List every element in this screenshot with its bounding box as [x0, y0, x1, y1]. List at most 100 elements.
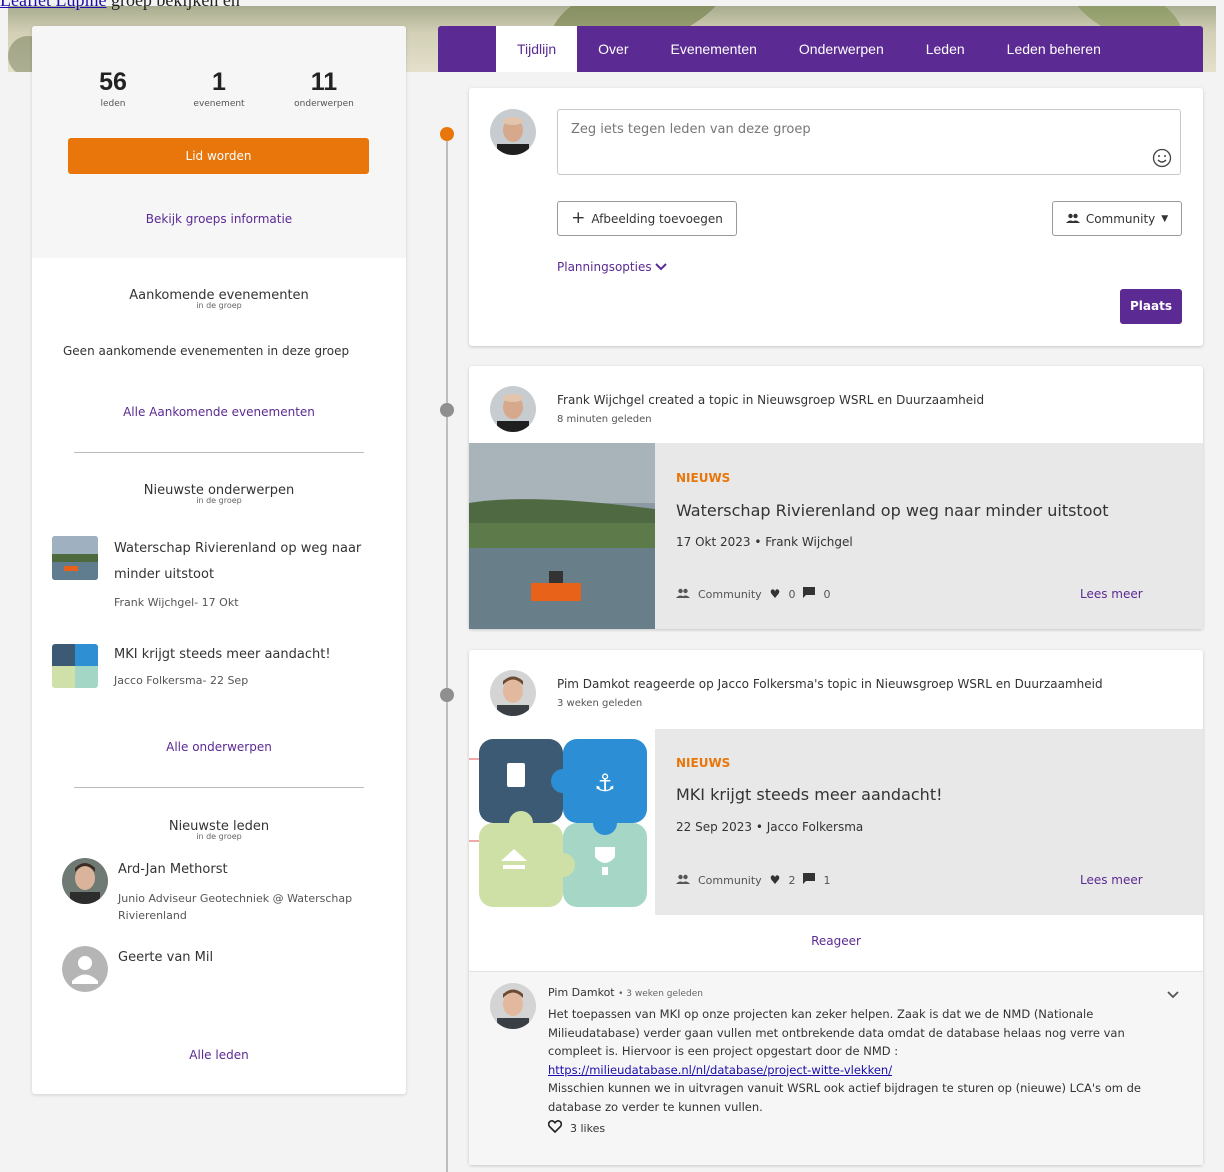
topic-title-link[interactable]: Waterschap Rivierenland op weg naar mind… — [676, 501, 1109, 520]
post-text-input[interactable]: Zeg iets tegen leden van deze groep — [557, 109, 1181, 175]
read-more-link[interactable]: Lees meer — [1080, 873, 1143, 887]
heart-icon: ♥ — [769, 587, 781, 601]
tab-leden-beheren[interactable]: Leden beheren — [986, 26, 1122, 72]
visibility-dropdown[interactable]: Community ▼ — [1052, 201, 1182, 236]
comment-text: Het toepassen van MKI op onze projecten … — [548, 1007, 1125, 1058]
members-subtitle: in de groep — [196, 832, 242, 841]
top-cutoff-text: Leaflet Lupiné groep bekijken en — [0, 0, 500, 10]
visibility-label: Community — [1085, 211, 1156, 226]
post-button[interactable]: Plaats — [1120, 289, 1182, 324]
comment-body: Het toepassen van MKI op onze projecten … — [548, 1005, 1163, 1116]
topic-image[interactable] — [469, 443, 655, 629]
read-more-link[interactable]: Lees meer — [1080, 587, 1143, 601]
comment-likes[interactable]: 3 likes — [547, 1120, 606, 1136]
activity-text: Pim Damkot reageerde op Jacco Folkersma'… — [557, 677, 1103, 691]
chevron-down-icon[interactable] — [1167, 984, 1179, 1003]
comment: Pim Damkot • 3 weken geleden Het toepass… — [469, 971, 1203, 1165]
emoji-icon[interactable] — [1152, 148, 1172, 168]
top-link[interactable]: Leaflet Lupiné — [0, 0, 106, 10]
default-avatar-icon[interactable] — [62, 946, 108, 992]
tab-evenementen[interactable]: Evenementen — [650, 26, 778, 72]
featured-topic: ⚓ NIEUWS MKI krijgt steeds meer aandacht… — [469, 729, 1203, 915]
group-stats: 56 leden 1 evenement 11 onderwerpen Lid … — [32, 26, 406, 258]
group-sidebar: 56 leden 1 evenement 11 onderwerpen Lid … — [32, 26, 406, 1094]
svg-text:⚓: ⚓ — [594, 769, 616, 797]
post-composer: Zeg iets tegen leden van deze groep + Af… — [469, 88, 1203, 346]
avatar[interactable] — [62, 858, 108, 904]
topic-meta: Community ♥ 2 1 — [676, 873, 830, 887]
avatar[interactable] — [490, 983, 536, 1029]
activity-card: Pim Damkot reageerde op Jacco Folkersma'… — [469, 650, 1203, 1165]
people-icon — [676, 874, 690, 887]
topic-meta: Jacco Folkersma- 22 Sep — [114, 674, 249, 687]
likes-count: 2 — [788, 873, 796, 887]
comment-icon — [803, 587, 816, 601]
member-name-link[interactable]: Geerte van Mil — [118, 950, 213, 965]
topics-subtitle: in de groep — [196, 496, 242, 505]
tab-over[interactable]: Over — [577, 26, 649, 72]
planning-options-toggle[interactable]: Planningsopties — [557, 260, 668, 274]
events-empty-text: Geen aankomende evenementen in deze groe… — [63, 344, 350, 358]
divider — [74, 787, 364, 788]
topic-thumbnail[interactable] — [52, 536, 98, 580]
tab-onderwerpen[interactable]: Onderwerpen — [778, 26, 905, 72]
comment-author-link[interactable]: Pim Damkot — [548, 986, 615, 999]
current-user-avatar[interactable] — [490, 109, 536, 155]
topic-thumbnail[interactable] — [52, 644, 98, 688]
avatar[interactable] — [490, 670, 536, 716]
topic-title-line: Waterschap Rivierenland op weg naar — [114, 541, 362, 556]
visibility-label: Community — [698, 873, 762, 887]
tab-leden[interactable]: Leden — [905, 26, 986, 72]
activity-text: Frank Wijchgel created a topic in Nieuws… — [557, 393, 985, 407]
divider — [74, 452, 364, 453]
caret-down-icon: ▼ — [1161, 213, 1169, 224]
heart-icon: ♥ — [769, 873, 781, 887]
topic-title-link[interactable]: MKI krijgt steeds meer aandacht! — [114, 642, 331, 668]
comment-link[interactable]: https://milieudatabase.nl/nl/database/pr… — [548, 1063, 892, 1077]
stat-label: evenement — [193, 99, 245, 109]
timeline-dot — [440, 127, 454, 141]
people-icon — [1065, 212, 1080, 226]
tab-tijdlijn[interactable]: Tijdlijn — [496, 26, 578, 72]
topic-image[interactable]: ⚓ — [469, 729, 655, 915]
stat-number: 11 — [310, 68, 338, 96]
post-input-placeholder: Zeg iets tegen leden van deze groep — [571, 122, 811, 137]
topic-meta: Frank Wijchgel- 17 Okt — [114, 596, 239, 609]
likes-count: 3 likes — [570, 1121, 606, 1135]
group-info-link[interactable]: Bekijk groeps informatie — [32, 212, 406, 226]
all-members-link[interactable]: Alle leden — [32, 1048, 406, 1062]
topic-title-link[interactable]: MKI krijgt steeds meer aandacht! — [676, 785, 943, 804]
comment-header: Pim Damkot • 3 weken geleden — [548, 986, 703, 999]
timeline-line — [446, 132, 448, 1172]
reply-link[interactable]: Reageer — [469, 934, 1203, 948]
chevron-down-icon — [655, 260, 668, 274]
comment-text: Misschien kunnen we in uitvragen vanuit … — [548, 1081, 1141, 1114]
members-section-header: Nieuwste leden in de groep — [32, 819, 406, 841]
activity-card: Frank Wijchgel created a topic in Nieuws… — [469, 366, 1203, 629]
avatar[interactable] — [490, 386, 536, 432]
comment-icon — [803, 873, 816, 887]
people-icon — [676, 588, 690, 601]
member-role: Junio Adviseur Geotechniek @ Waterschap … — [118, 892, 353, 922]
stat-members[interactable]: 56 leden — [58, 68, 168, 109]
add-image-label: Afbeelding toevoegen — [591, 211, 723, 226]
stat-topics[interactable]: 11 onderwerpen — [269, 68, 379, 109]
timeline-dot — [440, 403, 454, 417]
topic-tag: NIEUWS — [676, 756, 731, 770]
topic-tag: NIEUWS — [676, 471, 731, 485]
stat-events[interactable]: 1 evenement — [164, 68, 274, 109]
topic-title-link[interactable]: Waterschap Rivierenland op weg naar mind… — [114, 536, 361, 588]
comments-count: 1 — [823, 873, 831, 887]
join-group-button[interactable]: Lid worden — [68, 138, 369, 174]
add-image-button[interactable]: + Afbeelding toevoegen — [557, 201, 737, 236]
visibility-label: Community — [698, 587, 762, 601]
topics-section-header: Nieuwste onderwerpen in de groep — [32, 483, 406, 505]
all-events-link[interactable]: Alle Aankomende evenementen — [32, 405, 406, 419]
all-topics-link[interactable]: Alle onderwerpen — [32, 740, 406, 754]
heart-outline-icon — [547, 1120, 563, 1136]
stat-number: 56 — [99, 68, 127, 96]
events-subtitle: in de groep — [196, 301, 242, 310]
member-name-link[interactable]: Ard-Jan Methorst — [118, 862, 228, 877]
plus-icon: + — [571, 208, 586, 228]
stat-number: 1 — [212, 68, 226, 96]
